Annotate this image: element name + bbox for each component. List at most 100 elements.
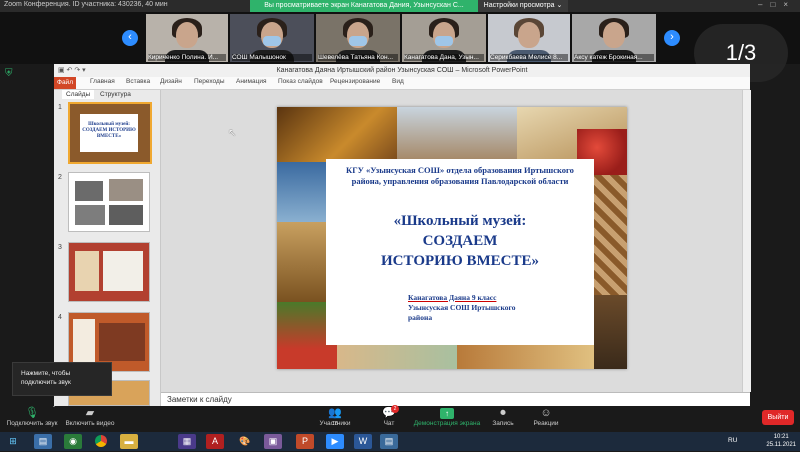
record-button[interactable]: ⏺ Запись <box>488 406 518 428</box>
slide-title-line: ИСТОРИЮ ВМЕСТЕ» <box>381 253 539 269</box>
slide-number: 3 <box>58 244 62 251</box>
system-clock[interactable]: 10:21 25.11.2021 <box>766 433 796 449</box>
vertical-scrollbar[interactable] <box>742 90 751 392</box>
strip-prev-icon[interactable]: ‹ <box>122 30 138 46</box>
microphone-icon: 🎙 <box>25 407 39 419</box>
chat-badge: 2 <box>391 405 399 413</box>
slide-thumbnail-1[interactable]: Школьный музей: СОЗДАЕМ ИСТОРИЮ ВМЕСТЕ» <box>68 102 152 164</box>
chevron-up-icon[interactable]: ˆ <box>50 406 58 413</box>
paint-icon[interactable]: 🎨 <box>236 434 254 449</box>
thumb-title: Школьный музей: СОЗДАЕМ ИСТОРИЮ ВМЕСТЕ» <box>82 122 136 139</box>
participant-strip <box>0 12 800 64</box>
tooltip-line: подключить звук <box>21 379 71 386</box>
powerpoint-title-bar: Канагатова Даяна Иртышский район Узынсус… <box>54 64 750 77</box>
leave-button[interactable]: Выйти <box>762 410 794 425</box>
chat-button[interactable]: 💬 2 Чат <box>374 405 404 427</box>
app-icon[interactable]: ◉ <box>64 434 82 449</box>
slide-text-card: КГУ «Узынсуская СОШ» отдела образования … <box>326 159 594 345</box>
view-options-button[interactable]: Настройки просмотра ⌄ <box>478 0 568 12</box>
participants-button[interactable]: 👥18 Участники <box>314 406 356 428</box>
file-tab[interactable]: Файл <box>54 77 76 89</box>
slide-title: «Школьный музей: СОЗДАЕМ ИСТОРИЮ ВМЕСТЕ» <box>330 211 590 271</box>
tab-animation[interactable]: Анимация <box>236 78 267 85</box>
reactions-label: Реакции <box>533 420 559 427</box>
chat-icon: 💬 2 <box>382 405 399 419</box>
tab-insert[interactable]: Вставка <box>126 78 150 85</box>
collage-map-bottom <box>457 345 594 369</box>
participants-label: Участники <box>319 420 351 427</box>
start-video-button[interactable]: ▰ Включить видео <box>62 406 118 428</box>
slide-number: 2 <box>58 174 62 181</box>
windows-start-icon[interactable]: ⊞ <box>4 434 22 449</box>
record-label: Запись <box>492 420 514 427</box>
app-icon[interactable]: ▦ <box>178 434 196 449</box>
powerpoint-icon[interactable]: P <box>296 434 314 449</box>
tab-design[interactable]: Дизайн <box>160 78 182 85</box>
tab-slides[interactable]: Слайды <box>62 90 95 99</box>
participant-name: СОШ Малышонок <box>232 54 312 61</box>
language-indicator[interactable]: RU <box>728 437 737 444</box>
file-explorer-icon[interactable]: ▤ <box>34 434 52 449</box>
share-screen-button[interactable]: ↑ Демонстрация экрана <box>412 406 482 427</box>
strip-next-icon[interactable]: › <box>664 30 680 46</box>
window-controls[interactable]: –□× <box>758 0 796 9</box>
zoom-window-title: Zoom Конференция. ID участника: 430236, … <box>4 1 168 8</box>
slide-author-line: Канагатова Даяна 9 класс <box>408 293 497 302</box>
slide-thumbnail-2[interactable] <box>68 172 150 232</box>
slide-author-line: района <box>408 313 433 322</box>
participant-name: Аксу катеж Брокиная... <box>574 54 654 61</box>
tab-review[interactable]: Рецензирование <box>330 78 380 85</box>
tooltip-line: Нажмите, чтобы <box>21 370 71 377</box>
slide-organization: КГУ «Узынсуская СОШ» отдела образования … <box>346 165 574 186</box>
participant-tile[interactable]: Канагатова Дана, Узын... <box>402 14 486 62</box>
shield-icon[interactable]: ⛨ <box>5 69 15 79</box>
pdf-reader-icon[interactable]: A <box>206 434 224 449</box>
participant-tile[interactable]: Кириченко Полина. И... <box>146 14 228 62</box>
reactions-button[interactable]: ☺ Реакции <box>528 406 564 428</box>
tab-view[interactable]: Вид <box>392 78 404 85</box>
zoom-icon[interactable]: ▶ <box>326 434 344 449</box>
tab-home[interactable]: Главная <box>90 78 115 85</box>
collage-eagle-statue <box>397 107 517 159</box>
notes-pane[interactable]: Заметки к слайду <box>161 392 750 406</box>
tab-transitions[interactable]: Переходы <box>194 78 225 85</box>
folder-icon[interactable]: ▬ <box>120 434 138 449</box>
slide-thumbnail-3[interactable] <box>68 242 150 302</box>
word-icon[interactable]: W <box>354 434 372 449</box>
collage-saddle <box>594 295 627 369</box>
unmute-tooltip[interactable]: Нажмите, чтобы подключить звук <box>12 362 112 396</box>
unmute-label: Подключить звук <box>6 420 58 427</box>
participant-name: Серикбаева Мелисе 8... <box>490 54 568 61</box>
screen-share-banner: Вы просматриваете экран Канагатова Дания… <box>250 0 478 12</box>
quick-access-toolbar[interactable]: ▣ ↶ ↷ ▾ <box>58 66 86 74</box>
collage-mosque-dome <box>277 162 326 222</box>
collage-gold-ornament <box>277 107 397 162</box>
participant-tile[interactable]: СОШ Малышонок <box>230 14 314 62</box>
current-slide[interactable]: КГУ «Узынсуская СОШ» отдела образования … <box>277 107 627 369</box>
slide-number: 4 <box>58 314 62 321</box>
clock-date: 25.11.2021 <box>766 442 796 448</box>
participant-name: Шевелёва Татьяна Кон... <box>318 54 398 61</box>
participant-tile[interactable]: Шевелёва Татьяна Кон... <box>316 14 400 62</box>
collage-monument <box>277 222 326 302</box>
ribbon-tabs: Главная Вставка Дизайн Переходы Анимация… <box>54 77 750 90</box>
app-icon[interactable]: ▤ <box>380 434 398 449</box>
chrome-icon[interactable] <box>92 434 110 449</box>
meeting-toolbar: 🎙 Подключить звук ˆ ▰ Включить видео 👥18… <box>0 405 800 432</box>
tab-outline[interactable]: Структура <box>100 90 131 99</box>
participants-icon: 👥18 <box>328 407 342 428</box>
collage-steppe <box>337 345 457 369</box>
slide-title-line: СОЗДАЕМ <box>422 233 498 249</box>
slide-title-line: «Школьный музей: <box>393 213 527 229</box>
mouse-cursor-icon: ↖ <box>228 128 237 139</box>
app-icon[interactable]: ▣ <box>264 434 282 449</box>
start-video-label: Включить видео <box>65 420 115 427</box>
chat-label: Чат <box>383 420 395 427</box>
participant-tile[interactable]: Аксу катеж Брокиная... <box>572 14 656 62</box>
slides-pane: Слайды Структура 1 Школьный музей: СОЗДА… <box>54 90 161 406</box>
video-off-icon: ▰ <box>85 407 95 419</box>
share-screen-label: Демонстрация экрана <box>413 420 481 427</box>
participant-name: Канагатова Дана, Узын... <box>404 54 484 61</box>
tab-slideshow[interactable]: Показ слайдов <box>278 78 323 85</box>
participant-tile[interactable]: Серикбаева Мелисе 8... <box>488 14 570 62</box>
